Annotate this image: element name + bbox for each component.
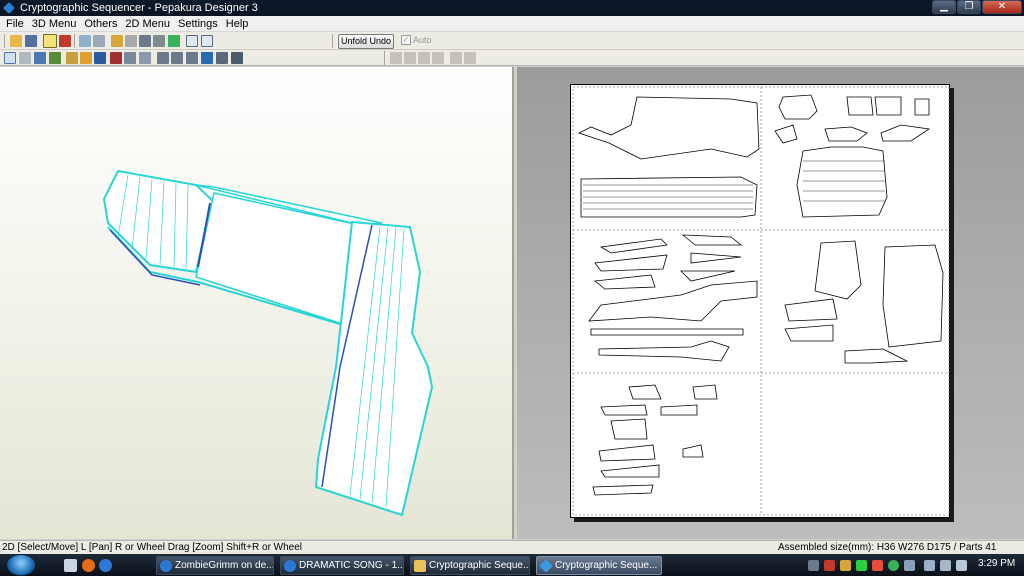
parts-group-4 — [784, 240, 944, 364]
window-title: Cryptographic Sequencer - Pepakura Desig… — [20, 2, 258, 14]
color-icon[interactable] — [80, 52, 92, 64]
tray-check-icon[interactable] — [856, 560, 867, 571]
tray-app-icon[interactable] — [840, 560, 851, 571]
align-bottom-icon[interactable] — [432, 52, 444, 64]
redo-icon[interactable] — [464, 52, 476, 64]
window2-icon[interactable] — [201, 35, 213, 47]
menu-settings[interactable]: Settings — [174, 18, 222, 30]
pencil-icon[interactable] — [111, 35, 123, 47]
menu-bar: File 3D Menu Others 2D Menu Settings Hel… — [0, 16, 1024, 32]
auto-label: Auto — [413, 35, 432, 45]
tray-antivirus-icon[interactable] — [824, 560, 835, 571]
clock[interactable]: 3:29 PM — [978, 558, 1015, 569]
3d-view[interactable] — [0, 67, 514, 539]
maximize-button[interactable]: ❐ — [957, 0, 981, 14]
unfold-undo-button[interactable]: Unfold Undo — [338, 34, 394, 49]
edit-icon[interactable] — [49, 52, 61, 64]
task-folder[interactable]: Cryptographic Seque... — [410, 556, 530, 575]
window-icon[interactable] — [186, 35, 198, 47]
align-center-icon[interactable] — [404, 52, 416, 64]
firefox-icon[interactable] — [82, 559, 95, 572]
menu-3d[interactable]: 3D Menu — [28, 18, 81, 30]
3d-model-canvas[interactable] — [0, 67, 514, 539]
menu-others[interactable]: Others — [80, 18, 121, 30]
pepakura-icon — [539, 559, 553, 573]
anchor-icon[interactable] — [139, 35, 151, 47]
title-bar: Cryptographic Sequencer - Pepakura Desig… — [0, 0, 1024, 16]
toolbar-separator — [74, 34, 75, 48]
text-icon[interactable] — [201, 52, 213, 64]
parts-group-5 — [592, 384, 718, 496]
close-button[interactable]: ✕ — [982, 0, 1022, 14]
open-icon[interactable] — [10, 35, 22, 47]
menu-2d[interactable]: 2D Menu — [121, 18, 174, 30]
volume-icon[interactable] — [956, 560, 967, 571]
toolbar-separator — [384, 51, 385, 65]
toolbar-tools — [0, 50, 1024, 66]
cube-icon[interactable] — [59, 35, 71, 47]
cut-icon[interactable] — [110, 52, 122, 64]
toolbar-separator — [332, 34, 333, 48]
texture-icon[interactable] — [168, 35, 180, 47]
tray-update-icon[interactable] — [904, 560, 915, 571]
toolbar-main: Unfold Undo ✓ Auto — [0, 32, 1024, 50]
taskbar: ZombieGrimm on de... DRAMATIC SONG - 1..… — [0, 554, 1024, 576]
parts-group-3 — [588, 234, 758, 362]
ie-icon[interactable] — [99, 559, 112, 572]
tray-chrome-icon[interactable] — [888, 560, 899, 571]
task-zombiegrimm[interactable]: ZombieGrimm on de... — [156, 556, 274, 575]
page-icon[interactable] — [231, 52, 243, 64]
pointer-icon[interactable] — [19, 52, 31, 64]
ie-icon — [284, 560, 296, 572]
show-desktop-icon[interactable] — [64, 559, 77, 572]
toolbar-separator — [4, 34, 5, 48]
print-icon[interactable] — [94, 52, 106, 64]
task-dramatic-song[interactable]: DRAMATIC SONG - 1... — [280, 556, 404, 575]
status-hint: 2D [Select/Move] L [Pan] R or Wheel Drag… — [2, 542, 303, 553]
undo-icon[interactable] — [450, 52, 462, 64]
move-icon[interactable] — [124, 52, 136, 64]
flap-edit-icon[interactable] — [171, 52, 183, 64]
pepakura-app-icon — [3, 2, 15, 14]
align-top-icon[interactable] — [418, 52, 430, 64]
task-pepakura[interactable]: Cryptographic Seque... — [536, 556, 662, 575]
paper-sheet[interactable] — [570, 84, 950, 518]
flap-icon[interactable] — [153, 35, 165, 47]
flap-toggle-icon[interactable] — [66, 52, 78, 64]
parts-group-2 — [774, 94, 931, 218]
auto-checkbox[interactable]: ✓ Auto — [401, 35, 432, 45]
tray-network-icon[interactable] — [808, 560, 819, 571]
menu-help[interactable]: Help — [222, 18, 253, 30]
split-icon[interactable] — [186, 52, 198, 64]
image-icon[interactable] — [216, 52, 228, 64]
select-icon[interactable] — [4, 52, 16, 64]
join-icon[interactable] — [125, 35, 137, 47]
rotate-part-icon[interactable] — [139, 52, 151, 64]
rotate-icon[interactable] — [34, 52, 46, 64]
lightbulb-icon[interactable] — [43, 34, 57, 48]
assembled-size: Assembled size(mm): H36 W276 D175 / Part… — [778, 542, 997, 553]
menu-file[interactable]: File — [2, 18, 28, 30]
start-button[interactable] — [6, 554, 36, 576]
tray-wifi-icon[interactable] — [924, 560, 935, 571]
edge-icon[interactable] — [157, 52, 169, 64]
minimize-button[interactable]: ▁ — [932, 0, 956, 14]
folder-icon — [414, 560, 426, 572]
checkmark-icon: ✓ — [401, 35, 411, 45]
arrow-icon[interactable] — [93, 35, 105, 47]
tray-monitor-icon[interactable] — [940, 560, 951, 571]
ie-icon — [160, 560, 172, 572]
unfolded-parts-canvas[interactable] — [571, 85, 951, 519]
parts-group-1 — [577, 96, 760, 218]
tray-alert-icon[interactable] — [872, 560, 883, 571]
unfold-icon[interactable] — [79, 35, 91, 47]
status-bar: 2D [Select/Move] L [Pan] R or Wheel Drag… — [0, 540, 1024, 554]
align-left-icon[interactable] — [390, 52, 402, 64]
save-icon[interactable] — [25, 35, 37, 47]
